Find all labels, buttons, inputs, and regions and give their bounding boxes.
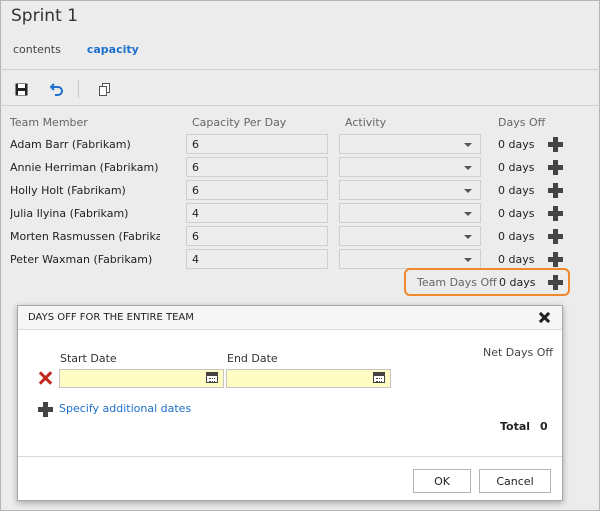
days-off-value: 0 days bbox=[498, 207, 535, 220]
copy-icon[interactable] bbox=[93, 79, 115, 99]
total-label: Total bbox=[500, 420, 531, 433]
days-off-value: 0 days bbox=[498, 138, 535, 151]
ok-button[interactable]: OK bbox=[413, 469, 471, 493]
team-days-off-label: Team Days Off bbox=[417, 276, 497, 289]
add-days-off-icon[interactable] bbox=[548, 229, 563, 244]
capacity-input[interactable]: 6 bbox=[186, 180, 328, 200]
days-off-value: 0 days bbox=[498, 230, 535, 243]
member-name: Julia Ilyina (Fabrikam) bbox=[10, 207, 129, 220]
end-date-label: End Date bbox=[227, 352, 278, 365]
dialog-title: DAYS OFF FOR THE ENTIRE TEAM bbox=[28, 312, 194, 323]
toolbar-separator bbox=[78, 80, 79, 98]
chevron-down-icon[interactable] bbox=[464, 235, 472, 239]
activity-select[interactable] bbox=[339, 203, 481, 223]
dialog-header: DAYS OFF FOR THE ENTIRE TEAM bbox=[18, 306, 562, 330]
days-off-value: 0 days bbox=[498, 184, 535, 197]
column-header-member: Team Member bbox=[10, 116, 88, 129]
net-days-off-label: Net Days Off bbox=[483, 346, 553, 359]
tab-contents[interactable]: contents bbox=[13, 43, 61, 56]
table-row: Morten Rasmussen (Fabrikam) 6 0 days bbox=[0, 226, 600, 249]
add-days-off-icon[interactable] bbox=[548, 160, 563, 175]
capacity-input[interactable]: 6 bbox=[186, 226, 328, 246]
page-title: Sprint 1 bbox=[11, 6, 78, 26]
dialog-footer: OK Cancel bbox=[18, 456, 562, 500]
member-name: Adam Barr (Fabrikam) bbox=[10, 138, 131, 151]
team-days-off-dialog: DAYS OFF FOR THE ENTIRE TEAM Start Date … bbox=[17, 305, 563, 501]
add-days-off-icon[interactable] bbox=[548, 252, 563, 267]
start-date-input[interactable] bbox=[59, 369, 224, 388]
days-off-value: 0 days bbox=[498, 253, 535, 266]
calendar-icon[interactable] bbox=[373, 372, 385, 383]
close-icon[interactable] bbox=[539, 312, 550, 323]
column-header-capacity: Capacity Per Day bbox=[192, 116, 287, 129]
chevron-down-icon[interactable] bbox=[464, 212, 472, 216]
table-row: Annie Herriman (Fabrikam) 6 0 days bbox=[0, 157, 600, 180]
capacity-input[interactable]: 4 bbox=[186, 203, 328, 223]
start-date-label: Start Date bbox=[60, 352, 117, 365]
team-days-off-highlight: Team Days Off 0 days bbox=[404, 268, 570, 296]
member-name: Morten Rasmussen (Fabrikam) bbox=[10, 230, 160, 243]
add-days-off-icon[interactable] bbox=[548, 206, 563, 221]
activity-select[interactable] bbox=[339, 157, 481, 177]
add-days-off-icon[interactable] bbox=[548, 137, 563, 152]
column-header-activity: Activity bbox=[345, 116, 387, 129]
toolbar bbox=[10, 79, 115, 99]
capacity-input[interactable]: 4 bbox=[186, 249, 328, 269]
delete-icon[interactable] bbox=[38, 371, 52, 385]
undo-icon[interactable] bbox=[46, 79, 68, 99]
capacity-input[interactable]: 6 bbox=[186, 134, 328, 154]
chevron-down-icon[interactable] bbox=[464, 143, 472, 147]
days-off-value: 0 days bbox=[498, 161, 535, 174]
member-name: Holly Holt (Fabrikam) bbox=[10, 184, 126, 197]
add-team-days-off-icon[interactable] bbox=[548, 275, 563, 290]
table-row: Holly Holt (Fabrikam) 6 0 days bbox=[0, 180, 600, 203]
divider bbox=[0, 69, 600, 70]
table-row: Julia Ilyina (Fabrikam) 4 0 days bbox=[0, 203, 600, 226]
activity-select[interactable] bbox=[339, 134, 481, 154]
member-name: Annie Herriman (Fabrikam) bbox=[10, 161, 159, 174]
total-value: 0 bbox=[540, 420, 548, 433]
activity-select[interactable] bbox=[339, 180, 481, 200]
tab-bar: contents capacity bbox=[13, 43, 139, 56]
chevron-down-icon[interactable] bbox=[464, 258, 472, 262]
save-icon[interactable] bbox=[10, 79, 32, 99]
add-days-off-icon[interactable] bbox=[548, 183, 563, 198]
column-header-days-off: Days Off bbox=[498, 116, 546, 129]
add-dates-icon[interactable] bbox=[38, 402, 53, 417]
table-row: Adam Barr (Fabrikam) 6 0 days bbox=[0, 134, 600, 157]
team-days-off-value: 0 days bbox=[499, 276, 536, 289]
chevron-down-icon[interactable] bbox=[464, 166, 472, 170]
chevron-down-icon[interactable] bbox=[464, 189, 472, 193]
end-date-input[interactable] bbox=[226, 369, 391, 388]
tab-capacity[interactable]: capacity bbox=[87, 43, 139, 56]
capacity-input[interactable]: 6 bbox=[186, 157, 328, 177]
cancel-button[interactable]: Cancel bbox=[479, 469, 551, 493]
calendar-icon[interactable] bbox=[206, 372, 218, 383]
divider bbox=[0, 105, 600, 106]
member-name: Peter Waxman (Fabrikam) bbox=[10, 253, 153, 266]
activity-select[interactable] bbox=[339, 226, 481, 246]
activity-select[interactable] bbox=[339, 249, 481, 269]
specify-additional-dates-link[interactable]: Specify additional dates bbox=[59, 402, 191, 415]
